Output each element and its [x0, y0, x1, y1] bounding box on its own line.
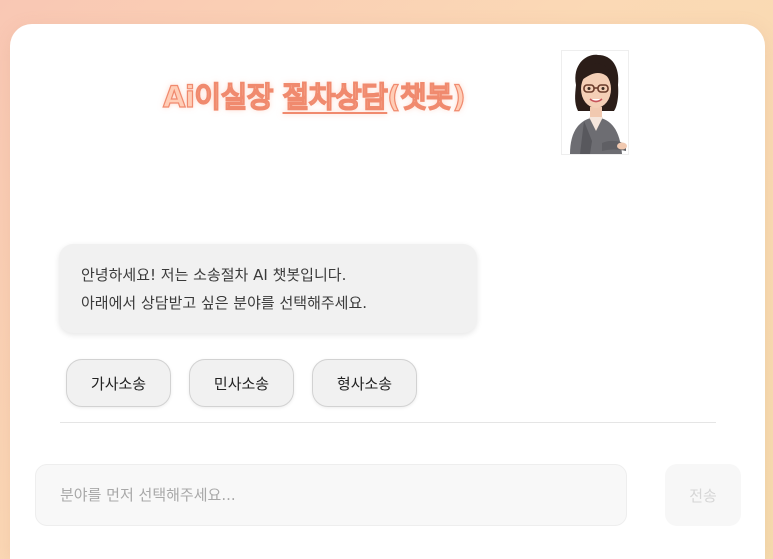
bot-message-bubble: 안녕하세요! 저는 소송절차 AI 챗봇입니다. 아래에서 상담받고 싶은 분야…	[59, 244, 477, 333]
choice-family-litigation-button[interactable]: 가사소송	[66, 359, 171, 407]
title-prefix: Ai이실장	[162, 79, 283, 114]
send-button[interactable]: 전송	[665, 464, 741, 526]
input-bar: 전송	[10, 454, 765, 559]
page-title: Ai이실장 절차상담(챗봇)	[162, 74, 467, 116]
category-choices: 가사소송 민사소송 형사소송	[66, 359, 417, 407]
message-input[interactable]	[35, 464, 627, 526]
woman-with-glasses-avatar-icon	[570, 54, 627, 154]
divider	[60, 422, 716, 423]
chat-area: 안녕하세요! 저는 소송절차 AI 챗봇입니다. 아래에서 상담받고 싶은 분야…	[10, 164, 765, 454]
bot-message-line: 안녕하세요! 저는 소송절차 AI 챗봇입니다.	[81, 266, 347, 284]
avatar	[561, 50, 629, 155]
chat-header: Ai이실장 절차상담(챗봇)	[10, 24, 765, 164]
title-suffix: (챗봇)	[387, 79, 467, 114]
choice-civil-litigation-button[interactable]: 민사소송	[189, 359, 294, 407]
bot-message-line: 아래에서 상담받고 싶은 분야를 선택해주세요.	[81, 294, 368, 312]
choice-criminal-litigation-button[interactable]: 형사소송	[312, 359, 417, 407]
title-underlined: 절차상담	[282, 79, 388, 114]
chat-window: Ai이실장 절차상담(챗봇) 안녕하세요! 저는 소송절차 AI 챗봇입니다. …	[10, 24, 765, 559]
